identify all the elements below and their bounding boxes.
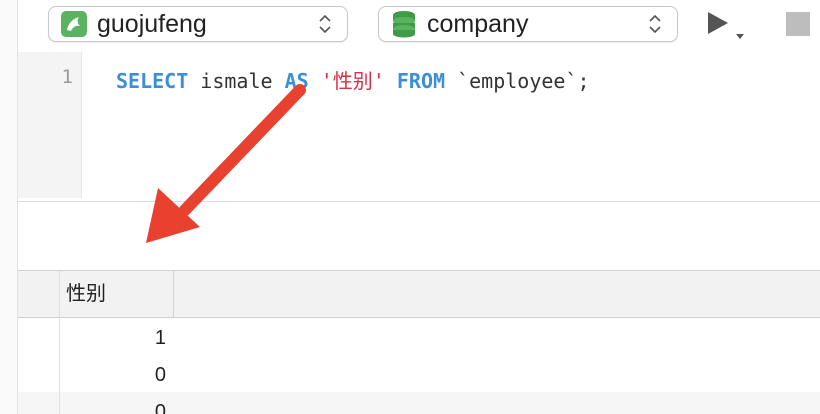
table-cell[interactable]: 1 bbox=[60, 318, 174, 355]
results-grid: 1 0 0 bbox=[18, 318, 820, 414]
database-stack-icon bbox=[391, 11, 417, 38]
table-name: `employee`; bbox=[445, 69, 590, 93]
left-sidebar-strip bbox=[0, 0, 18, 414]
results-grid-header: 性别 bbox=[18, 270, 820, 318]
stop-icon[interactable] bbox=[786, 12, 810, 36]
column-header[interactable]: 性别 bbox=[60, 271, 174, 317]
query-toolbar: guojufeng company bbox=[18, 0, 820, 50]
row-number-cell bbox=[18, 318, 60, 355]
keyword-from: FROM bbox=[396, 69, 446, 93]
sql-code-line[interactable]: SELECT ismale AS '性别' FROM `employee`; bbox=[116, 65, 590, 94]
database-label: company bbox=[427, 9, 529, 38]
alias-string: '性别' bbox=[320, 69, 385, 93]
run-query-button[interactable] bbox=[706, 10, 746, 42]
table-row[interactable]: 1 bbox=[18, 318, 820, 355]
chevron-updown-icon bbox=[315, 13, 335, 35]
column-name: ismale bbox=[188, 69, 285, 93]
row-number-cell bbox=[18, 392, 60, 414]
table-row[interactable]: 0 bbox=[18, 355, 820, 392]
row-number-header bbox=[18, 271, 60, 317]
play-icon bbox=[708, 12, 744, 39]
chevron-updown-icon bbox=[645, 13, 665, 35]
sql-editor[interactable]: 1 SELECT ismale AS '性别' FROM `employee`; bbox=[18, 52, 820, 202]
row-number-cell bbox=[18, 355, 60, 392]
database-selector[interactable]: company bbox=[378, 6, 678, 42]
results-spacer bbox=[18, 202, 820, 270]
mysql-dolphin-icon bbox=[61, 11, 87, 37]
table-cell[interactable]: 0 bbox=[60, 392, 174, 414]
line-number-gutter: 1 bbox=[18, 52, 82, 198]
keyword-select: SELECT bbox=[116, 69, 189, 93]
table-row[interactable]: 0 bbox=[18, 392, 820, 414]
line-number: 1 bbox=[61, 66, 73, 88]
table-cell[interactable]: 0 bbox=[60, 355, 174, 392]
connection-label: guojufeng bbox=[97, 9, 207, 38]
keyword-as: AS bbox=[284, 69, 309, 93]
connection-selector[interactable]: guojufeng bbox=[48, 6, 348, 42]
